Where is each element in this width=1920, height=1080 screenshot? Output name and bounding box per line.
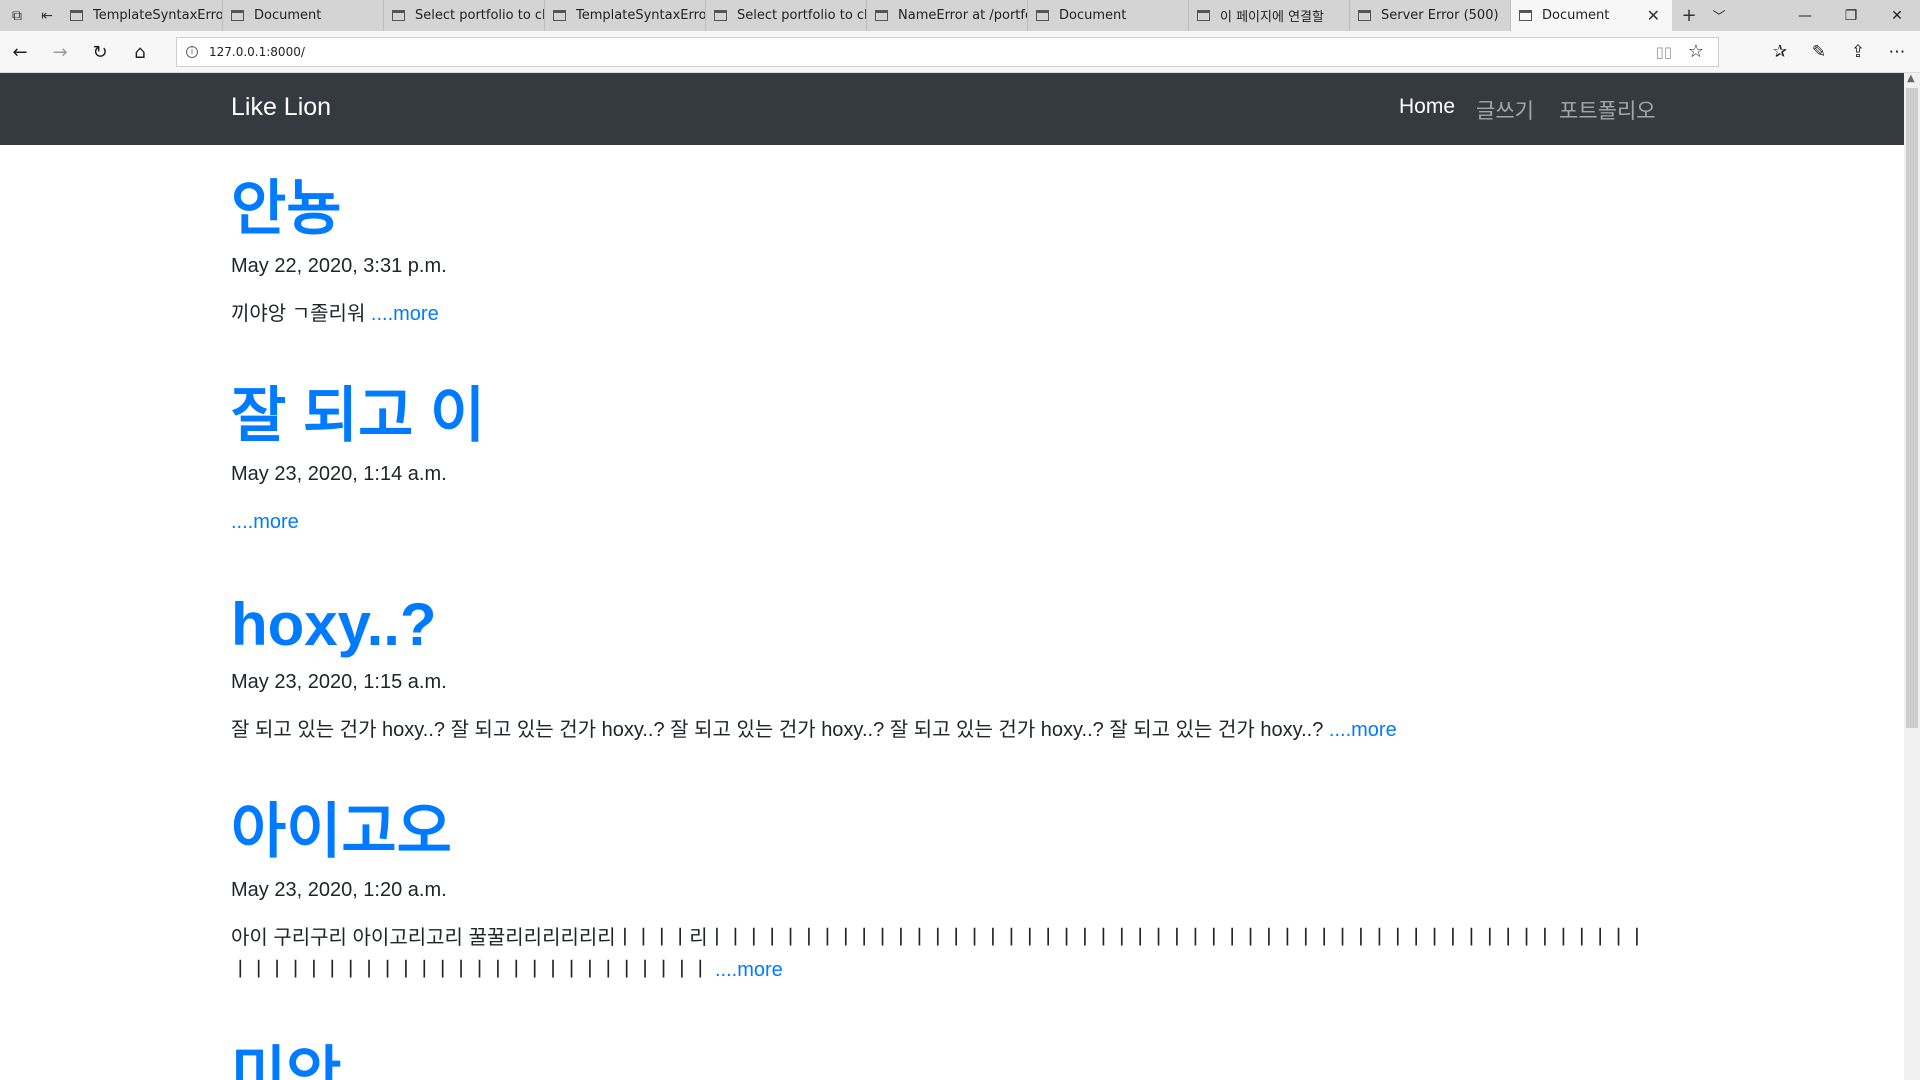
back-arrow-icon[interactable]: ← xyxy=(4,37,36,67)
page-icon xyxy=(1519,10,1532,21)
address-toolbar: ← → ↻ ⌂ i 127.0.0.1:8000/ ▯▯ ☆ ✰ ✎ ⇪ ⋯ xyxy=(0,31,1920,73)
page-icon xyxy=(1358,10,1371,21)
url-field[interactable]: i 127.0.0.1:8000/ ▯▯ ☆ xyxy=(176,37,1719,67)
tab-title: Select portfolio to ch xyxy=(737,8,867,23)
favorite-star-icon[interactable]: ☆ xyxy=(1688,41,1704,62)
browser-tab[interactable]: 이 페이지에 연결할 xyxy=(1189,0,1350,31)
forward-arrow-icon[interactable]: → xyxy=(44,37,76,67)
page-icon xyxy=(231,10,244,21)
post-date: May 23, 2020, 1:15 a.m. xyxy=(231,671,447,693)
browser-tab-active[interactable]: Document ✕ xyxy=(1511,0,1672,31)
tab-bar: ⧉ ⇤ TemplateSyntaxError Document Select … xyxy=(0,0,1920,31)
browser-tab[interactable]: Select portfolio to ch xyxy=(384,0,545,31)
post-item: 잘 되고 이 xyxy=(231,386,485,446)
post-summary: 끼야앙 ㄱ졸리워 ....more xyxy=(231,298,1661,330)
page-scrollbar[interactable]: ▲ xyxy=(1904,73,1920,1080)
more-link[interactable]: ....more xyxy=(231,511,299,533)
post-summary: 잘 되고 있는 건가 hoxy..? 잘 되고 있는 건가 hoxy..? 잘 … xyxy=(231,714,1661,746)
close-window-icon[interactable]: ✕ xyxy=(1874,0,1920,31)
browser-tab[interactable]: Server Error (500) xyxy=(1350,0,1511,31)
browser-tab[interactable]: NameError at /portfo xyxy=(867,0,1028,31)
post-item: 미안 xyxy=(231,1045,341,1080)
new-tab-icon[interactable]: + xyxy=(1673,2,1705,29)
tab-title: Server Error (500) xyxy=(1381,8,1499,23)
post-item: hoxy..? xyxy=(231,595,437,655)
post-item: 안뇽 xyxy=(231,179,341,239)
post-title-link[interactable]: 안뇽 xyxy=(231,179,341,239)
site-brand[interactable]: Like Lion xyxy=(231,93,331,122)
tab-title: Select portfolio to ch xyxy=(415,8,545,23)
post-summary: ....more xyxy=(231,506,1661,538)
tab-title: 이 페이지에 연결할 xyxy=(1220,10,1324,25)
tab-title: NameError at /portfo xyxy=(898,8,1028,23)
page-icon xyxy=(1036,10,1049,21)
browser-tab[interactable]: TemplateSyntaxError xyxy=(62,0,223,31)
refresh-icon[interactable]: ↻ xyxy=(84,37,116,67)
post-title-link[interactable]: hoxy..? xyxy=(231,595,437,655)
browser-tab[interactable]: Document xyxy=(1028,0,1189,31)
web-note-pen-icon[interactable]: ✎ xyxy=(1803,37,1835,67)
close-tab-icon[interactable]: ✕ xyxy=(1647,6,1660,25)
more-link[interactable]: ....more xyxy=(371,303,439,325)
restore-icon[interactable]: ❐ xyxy=(1828,0,1874,31)
post-title-link[interactable]: 아이고오 xyxy=(231,802,452,862)
minimize-icon[interactable]: — xyxy=(1782,0,1828,31)
tab-title: Document xyxy=(1542,8,1610,23)
tab-preview-chevron-icon[interactable]: ﹀ xyxy=(1703,2,1735,29)
post-summary-text: 잘 되고 있는 건가 hoxy..? 잘 되고 있는 건가 hoxy..? 잘 … xyxy=(231,719,1329,741)
site-navbar: Like Lion Home 글쓰기 포트폴리오 xyxy=(0,73,1904,145)
reading-view-icon[interactable]: ▯▯ xyxy=(1655,43,1672,61)
page-icon xyxy=(553,10,566,21)
page-icon xyxy=(714,10,727,21)
tab-title: TemplateSyntaxError xyxy=(93,8,223,23)
url-text[interactable]: 127.0.0.1:8000/ xyxy=(209,45,305,59)
browser-tab[interactable]: TemplateSyntaxError xyxy=(545,0,706,31)
more-link[interactable]: ....more xyxy=(1329,719,1397,741)
post-date: May 23, 2020, 1:20 a.m. xyxy=(231,879,447,901)
page-icon xyxy=(392,10,405,21)
nav-link-home[interactable]: Home xyxy=(1399,95,1455,119)
post-item: 아이고오 xyxy=(231,802,452,862)
post-date: May 22, 2020, 3:31 p.m. xyxy=(231,255,447,277)
nav-link-portfolio[interactable]: 포트폴리오 xyxy=(1559,95,1656,125)
scrollbar-thumb[interactable] xyxy=(1906,88,1918,728)
more-link[interactable]: ....more xyxy=(715,959,783,981)
browser-tab[interactable]: Document xyxy=(223,0,384,31)
browser-tab[interactable]: Select portfolio to ch xyxy=(706,0,867,31)
site-info-icon[interactable]: i xyxy=(186,46,198,58)
post-summary-text: 아이 구리구리 아이고리고리 꿀꿀리리리리리리ㅣㅣㅣㅣ리ㅣㅣㅣㅣㅣㅣㅣㅣㅣㅣㅣㅣ… xyxy=(231,927,1647,981)
page-icon xyxy=(1197,10,1210,21)
set-aside-tabs-icon[interactable]: ⇤ xyxy=(32,3,62,28)
page-icon xyxy=(70,10,83,21)
post-summary: 아이 구리구리 아이고리고리 꿀꿀리리리리리리ㅣㅣㅣㅣ리ㅣㅣㅣㅣㅣㅣㅣㅣㅣㅣㅣㅣ… xyxy=(231,922,1661,986)
share-icon[interactable]: ⇪ xyxy=(1842,37,1874,67)
post-date: May 23, 2020, 1:14 a.m. xyxy=(231,463,447,485)
post-summary-text: 끼야앙 ㄱ졸리워 xyxy=(231,303,371,325)
tab-title: Document xyxy=(1059,8,1127,23)
tab-title: TemplateSyntaxError xyxy=(576,8,706,23)
home-icon[interactable]: ⌂ xyxy=(124,37,156,67)
post-title-link[interactable]: 잘 되고 이 xyxy=(231,386,485,446)
page-viewport: Like Lion Home 글쓰기 포트폴리오 안뇽 May 22, 2020… xyxy=(0,73,1904,1080)
tab-actions-icon[interactable]: ⧉ xyxy=(2,3,32,28)
post-title-link[interactable]: 미안 xyxy=(231,1045,341,1080)
favorites-hub-icon[interactable]: ✰ xyxy=(1764,37,1796,67)
more-menu-icon[interactable]: ⋯ xyxy=(1881,37,1913,67)
page-icon xyxy=(875,10,888,21)
tab-title: Document xyxy=(254,8,322,23)
nav-link-write[interactable]: 글쓰기 xyxy=(1476,95,1534,125)
scroll-up-arrow-icon[interactable]: ▲ xyxy=(1907,73,1915,84)
